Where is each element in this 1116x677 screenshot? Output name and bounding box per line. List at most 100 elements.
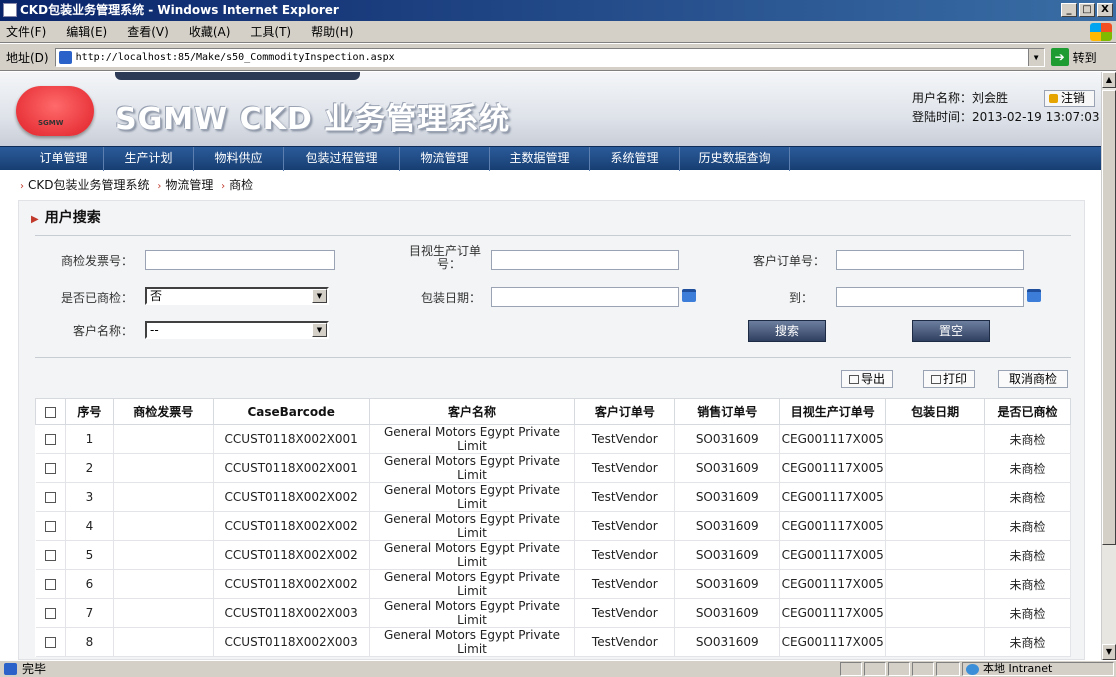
scroll-down-icon[interactable]: ▼: [1102, 644, 1116, 660]
table-row[interactable]: 2 CCUST0118X002X001 General Motors Egypt P…: [35, 453, 1071, 483]
row-status: 未商检: [984, 424, 1071, 454]
table-row[interactable]: 8 CCUST0118X002X003 General Motors Egypt P…: [35, 627, 1071, 657]
nav-production-plan[interactable]: 生产计划: [104, 147, 194, 171]
row-sales-order: SO031609: [674, 598, 781, 628]
status-cell: [840, 662, 862, 676]
print-button[interactable]: 打印: [923, 370, 975, 388]
address-dropdown-icon[interactable]: ▼: [1027, 48, 1044, 66]
status-cell: [936, 662, 960, 676]
row-sales-order: SO031609: [674, 424, 781, 454]
header-sales-order: 销售订单号: [674, 398, 781, 425]
row-prod-order: CEG001117X005: [779, 453, 887, 483]
prod-order-label-line2: 号：: [436, 257, 461, 271]
row-checkbox[interactable]: [44, 579, 56, 590]
pack-date-to-input[interactable]: [836, 287, 1024, 307]
row-no: 2: [65, 453, 114, 483]
menu-file[interactable]: 文件(F): [6, 23, 46, 40]
row-invoice: [113, 627, 214, 657]
table-row[interactable]: 5 CCUST0118X002X002 General Motors Egypt P…: [35, 540, 1071, 570]
row-select: [35, 598, 66, 628]
nav-master-data[interactable]: 主数据管理: [490, 147, 590, 171]
address-input[interactable]: http://localhost:85/Make/s50_CommodityIn…: [54, 47, 1045, 67]
minimize-button[interactable]: _: [1061, 3, 1077, 17]
nav-system[interactable]: 系统管理: [590, 147, 680, 171]
row-prod-order: CEG001117X005: [779, 424, 887, 454]
select-all-checkbox[interactable]: [44, 406, 56, 418]
inspected-select[interactable]: 否 ▼: [145, 287, 329, 305]
row-sales-order: SO031609: [674, 569, 781, 599]
row-select: [35, 482, 66, 512]
row-checkbox[interactable]: [44, 521, 56, 532]
inspected-value: 否: [150, 289, 163, 303]
menu-view[interactable]: 查看(V): [127, 23, 169, 40]
row-pack-date: [885, 540, 986, 570]
nav-history-query[interactable]: 历史数据查询: [680, 147, 790, 171]
row-select: [35, 627, 66, 657]
row-select: [35, 453, 66, 483]
customer-order-input[interactable]: [836, 250, 1024, 270]
row-checkbox[interactable]: [44, 463, 56, 474]
nav-packaging-process[interactable]: 包装过程管理: [284, 147, 400, 171]
breadcrumb-logistics[interactable]: 物流管理: [165, 178, 213, 192]
row-no: 5: [65, 540, 114, 570]
scroll-up-icon[interactable]: ▲: [1102, 72, 1116, 88]
row-checkbox[interactable]: [44, 550, 56, 561]
close-button[interactable]: X: [1097, 3, 1113, 17]
row-barcode: CCUST0118X002X002: [213, 482, 370, 512]
table-header-row: 序号 商检发票号 CaseBarcode 客户名称 客户订单号 销售订单号 目视…: [35, 398, 1071, 425]
menu-help[interactable]: 帮助(H): [311, 23, 353, 40]
row-checkbox[interactable]: [44, 492, 56, 503]
calendar-icon[interactable]: [1027, 289, 1041, 302]
menu-edit[interactable]: 编辑(E): [66, 23, 107, 40]
row-customer-order: TestVendor: [574, 511, 676, 541]
divider: [35, 357, 1071, 358]
table-row[interactable]: 1 CCUST0118X002X001 General Motors Egypt P…: [35, 424, 1071, 454]
table-row[interactable]: 3 CCUST0118X002X002 General Motors Egypt P…: [35, 482, 1071, 512]
cancel-inspection-button[interactable]: 取消商检: [998, 370, 1068, 388]
row-checkbox[interactable]: [44, 637, 56, 648]
go-button[interactable]: 转到: [1073, 49, 1097, 66]
row-no: 3: [65, 482, 114, 512]
vertical-scrollbar[interactable]: ▲ ▼: [1101, 72, 1116, 660]
export-button[interactable]: 导出: [841, 370, 893, 388]
prod-order-input[interactable]: [491, 250, 679, 270]
page-icon: [58, 50, 72, 64]
breadcrumb-home[interactable]: CKD包装业务管理系统: [28, 178, 150, 192]
login-label: 登陆时间：: [912, 110, 973, 124]
maximize-button[interactable]: □: [1079, 3, 1095, 17]
nav-order-management[interactable]: 订单管理: [24, 147, 104, 171]
invoice-label: 商检发票号：: [60, 254, 133, 268]
menu-favorites[interactable]: 收藏(A): [189, 23, 231, 40]
row-customer: General Motors Egypt Private Limit: [369, 540, 576, 570]
row-status: 未商检: [984, 540, 1071, 570]
customer-name-label: 客户名称：: [72, 324, 133, 338]
site-header: SGMW SGMW CKD 业务管理系统 用户名称：刘会胜 登陆时间：2013-…: [0, 72, 1101, 146]
row-sales-order: SO031609: [674, 482, 781, 512]
printer-icon: [930, 375, 941, 384]
row-no: 4: [65, 511, 114, 541]
nav-logistics[interactable]: 物流管理: [400, 147, 490, 171]
row-barcode: CCUST0118X002X002: [213, 540, 370, 570]
menu-tools[interactable]: 工具(T): [250, 23, 291, 40]
security-zone: 本地 Intranet: [962, 662, 1114, 676]
table-row[interactable]: 6 CCUST0118X002X002 General Motors Egypt P…: [35, 569, 1071, 599]
pack-date-from-input[interactable]: [491, 287, 679, 307]
invoice-input[interactable]: [145, 250, 335, 270]
go-arrow-icon[interactable]: ➔: [1050, 48, 1069, 66]
row-status: 未商检: [984, 511, 1071, 541]
row-checkbox[interactable]: [44, 608, 56, 619]
search-button[interactable]: 搜索: [748, 320, 826, 342]
row-status: 未商检: [984, 598, 1071, 628]
row-pack-date: [885, 627, 986, 657]
calendar-icon[interactable]: [682, 289, 696, 302]
nav-material-supply[interactable]: 物料供应: [194, 147, 284, 171]
page-content: SGMW SGMW CKD 业务管理系统 用户名称：刘会胜 登陆时间：2013-…: [0, 72, 1101, 660]
row-no: 8: [65, 627, 114, 657]
scroll-thumb[interactable]: [1102, 90, 1116, 545]
table-row[interactable]: 7 CCUST0118X002X003 General Motors Egypt P…: [35, 598, 1071, 628]
table-row[interactable]: 4 CCUST0118X002X002 General Motors Egypt P…: [35, 511, 1071, 541]
clear-button[interactable]: 置空: [912, 320, 990, 342]
logout-button[interactable]: 注销: [1044, 90, 1095, 107]
row-checkbox[interactable]: [44, 434, 56, 445]
customer-name-select[interactable]: -- ▼: [145, 321, 329, 339]
